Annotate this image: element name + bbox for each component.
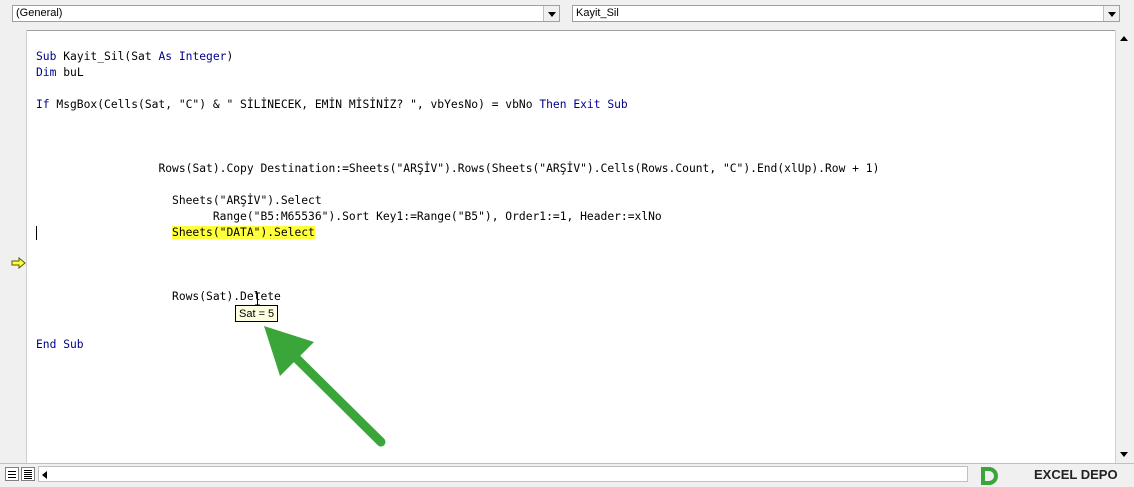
annotation-arrow-icon: [264, 326, 386, 447]
code-token: ): [226, 50, 234, 63]
full-module-view-button[interactable]: [21, 467, 35, 481]
code-line[interactable]: Rows(Sat).Copy Destination:=Sheets("ARŞİ…: [36, 161, 879, 177]
code-token: Kayit_Sil(Sat: [63, 50, 159, 63]
logo-d-icon: [981, 467, 998, 485]
code-token: Rows(Sat).Delete: [172, 290, 281, 303]
code-line[interactable]: Rows(Sat).Delete: [36, 289, 281, 305]
chevron-down-icon[interactable]: [1103, 6, 1119, 21]
scroll-left-icon[interactable]: [42, 471, 47, 479]
margin-indicator-bar[interactable]: [4, 30, 27, 463]
chevron-down-icon[interactable]: [543, 6, 559, 21]
procedure-dropdown-value: Kayit_Sil: [576, 7, 619, 19]
highlighted-statement: Sheets("DATA").Select: [172, 226, 315, 239]
keyword-token: End Sub: [36, 338, 84, 351]
code-line[interactable]: If MsgBox(Cells(Sat, "C") & " SİLİNECEK,…: [36, 97, 628, 113]
execution-pointer-icon: [11, 257, 26, 269]
scroll-up-icon[interactable]: [1116, 30, 1133, 47]
code-line[interactable]: Sheets("ARŞİV").Select: [36, 193, 322, 209]
object-dropdown[interactable]: (General): [12, 5, 560, 22]
code-line[interactable]: Dim buL: [36, 65, 84, 81]
watermark-text: EXCEL DEPO: [1034, 467, 1118, 482]
horizontal-scrollbar[interactable]: [38, 466, 968, 482]
vertical-scrollbar[interactable]: [1115, 30, 1133, 463]
ibeam-cursor-icon: [255, 292, 260, 306]
text-cursor: [36, 226, 37, 240]
keyword-token: Dim: [36, 66, 64, 79]
watermark-logo: EXCEL DEPO: [1034, 464, 1132, 487]
keyword-token: Sub: [36, 50, 64, 63]
keyword-token: If: [36, 98, 57, 111]
procedure-view-button[interactable]: [5, 467, 19, 481]
bottom-bar: EXCEL DEPO: [0, 463, 1134, 487]
code-window-toolbar: (General) Kayit_Sil: [0, 0, 1134, 28]
code-line[interactable]: End Sub: [36, 337, 84, 353]
code-line[interactable]: Sub Kayit_Sil(Sat As Integer): [36, 49, 233, 65]
code-token: MsgBox(Cells(Sat, "C") & " SİLİNECEK, EM…: [56, 98, 540, 111]
keyword-token: As Integer: [158, 50, 227, 63]
scroll-down-icon[interactable]: [1116, 446, 1133, 463]
code-token: Sheets("ARŞİV").Select: [172, 194, 322, 207]
code-editor[interactable]: Sub Kayit_Sil(Sat As Integer) Dim buL If M…: [27, 30, 1115, 464]
code-line[interactable]: Range("B5:M65536").Sort Key1:=Range("B5"…: [36, 209, 662, 225]
code-token: Range("B5:M65536").Sort Key1:=Range("B5"…: [212, 210, 662, 223]
procedure-dropdown[interactable]: Kayit_Sil: [572, 5, 1120, 22]
keyword-token: Then Exit Sub: [539, 98, 628, 111]
code-token: buL: [63, 66, 84, 79]
code-token: Rows(Sat).Copy Destination:=Sheets("ARŞİ…: [158, 162, 880, 175]
code-line[interactable]: Sheets("DATA").Select: [36, 225, 315, 241]
object-dropdown-value: (General): [16, 7, 63, 19]
